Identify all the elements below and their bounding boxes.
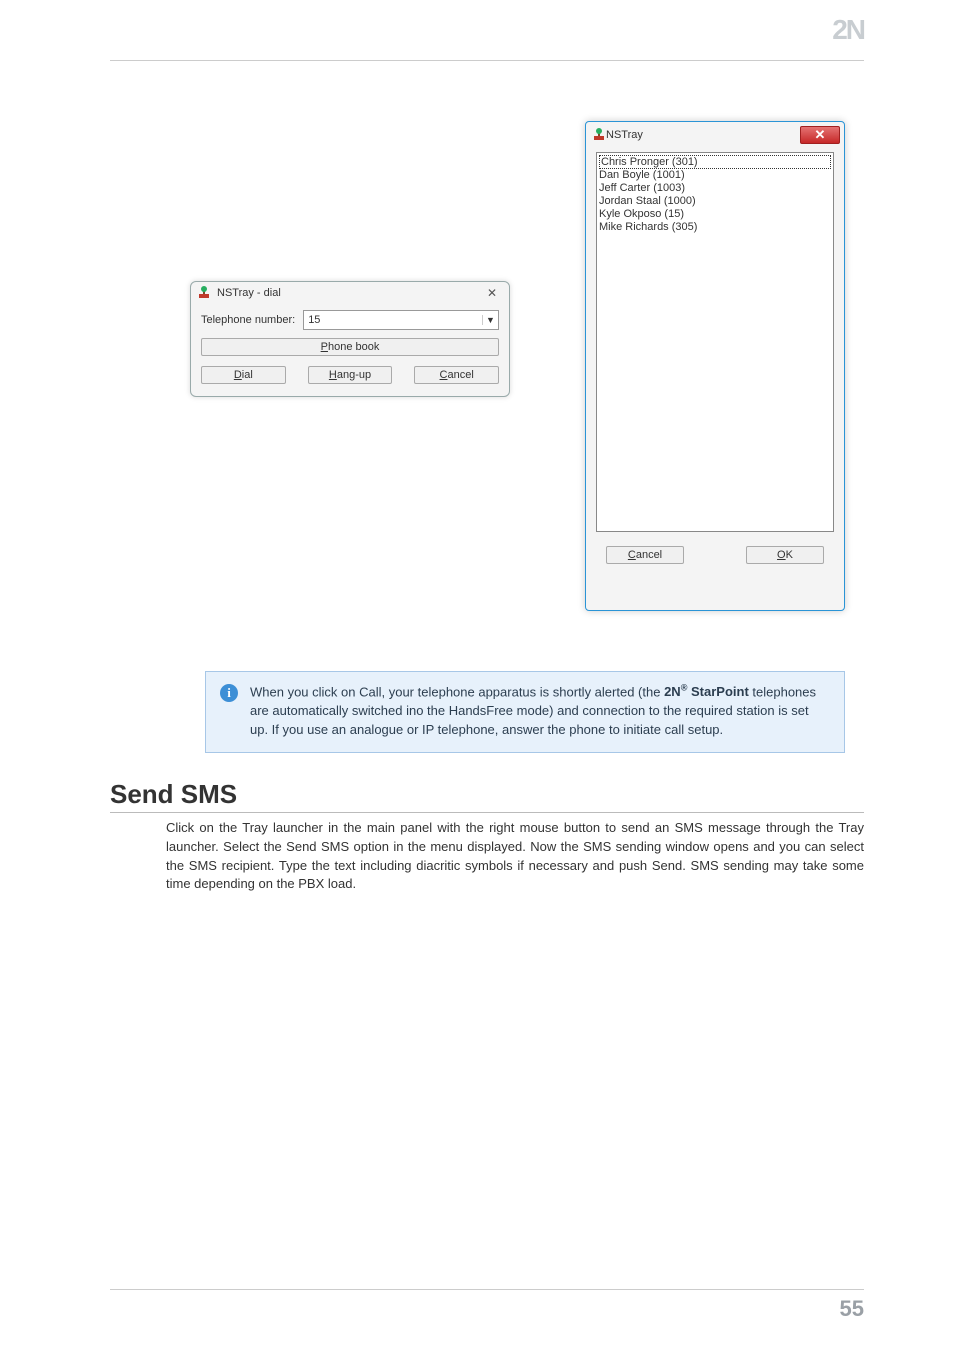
phonebook-dialog: NSTray ✕ Chris Pronger (301) Dan Boyle (… [585, 121, 845, 611]
phonebook-titlebar: NSTray ✕ [586, 122, 844, 150]
page-footer: 55 [110, 1289, 864, 1322]
phonebook-ok-button[interactable]: OK [746, 546, 824, 564]
telephone-number-combobox[interactable]: 15 ▼ [303, 310, 499, 330]
brand-logo: 2N [832, 14, 864, 46]
telephone-number-value: 15 [304, 314, 482, 326]
list-item[interactable]: Jeff Carter (1003) [599, 182, 831, 195]
hangup-button[interactable]: Hang-up [308, 366, 393, 384]
phonebook-button[interactable]: Phone book [201, 338, 499, 356]
section-heading-send-sms: Send SMS [110, 779, 864, 813]
phonebook-cancel-button[interactable]: Cancel [606, 546, 684, 564]
list-item[interactable]: Dan Boyle (1001) [599, 169, 831, 182]
dial-button[interactable]: Dial [201, 366, 286, 384]
phonebook-title: NSTray [606, 129, 643, 141]
header-rule [110, 60, 864, 61]
info-icon: i [220, 684, 238, 702]
cancel-button[interactable]: Cancel [414, 366, 499, 384]
section-body-text: Click on the Tray launcher in the main p… [166, 819, 864, 894]
list-item[interactable]: Jordan Staal (1000) [599, 195, 831, 208]
dial-dialog: NSTray - dial ✕ Telephone number: 15 ▼ P… [190, 281, 510, 397]
screenshots-figure: NSTray - dial ✕ Telephone number: 15 ▼ P… [110, 121, 864, 651]
phonebook-listbox[interactable]: Chris Pronger (301) Dan Boyle (1001) Jef… [596, 152, 834, 532]
list-item[interactable]: Mike Richards (305) [599, 221, 831, 234]
callout-text: When you click on Call, your telephone a… [250, 682, 830, 740]
app-icon [197, 286, 211, 300]
dial-dialog-title: NSTray - dial [217, 287, 281, 299]
dial-dialog-titlebar: NSTray - dial ✕ [191, 282, 509, 306]
chevron-down-icon[interactable]: ▼ [482, 315, 498, 325]
close-icon[interactable]: ✕ [800, 126, 840, 144]
page-number: 55 [840, 1296, 864, 1321]
list-item[interactable]: Chris Pronger (301) [599, 155, 831, 169]
close-icon[interactable]: ✕ [481, 286, 503, 300]
app-icon [592, 128, 606, 142]
telephone-number-label: Telephone number: [201, 314, 295, 326]
list-item[interactable]: Kyle Okposo (15) [599, 208, 831, 221]
info-callout: i When you click on Call, your telephone… [205, 671, 845, 753]
